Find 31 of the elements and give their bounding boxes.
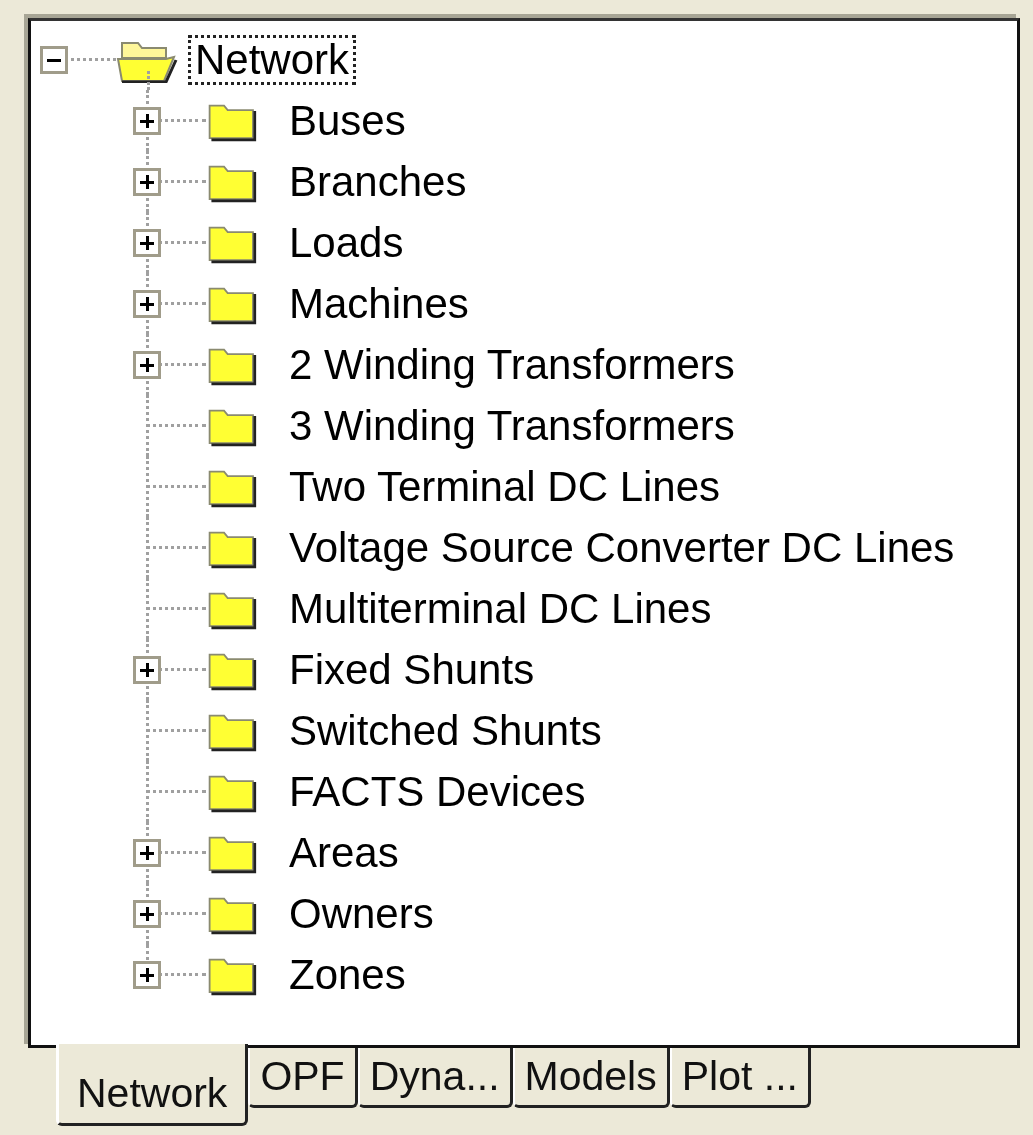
tree-item[interactable]: Two Terminal DC Lines	[282, 461, 728, 512]
expand-toggle[interactable]	[133, 656, 161, 684]
collapse-toggle[interactable]	[40, 46, 68, 74]
tree-item[interactable]: FACTS Devices	[282, 766, 593, 817]
expand-toggle[interactable]	[133, 168, 161, 196]
tree-item[interactable]: Buses	[282, 95, 413, 146]
expand-toggle[interactable]	[133, 961, 161, 989]
tree-item[interactable]: Network	[188, 34, 357, 85]
tree-item[interactable]: Owners	[282, 888, 441, 939]
tree-item[interactable]: Switched Shunts	[282, 705, 609, 756]
tree-item[interactable]: Fixed Shunts	[282, 644, 542, 695]
tab[interactable]: OPF	[248, 1048, 358, 1108]
tree-item[interactable]: 2 Winding Transformers	[282, 339, 742, 390]
tree-item[interactable]: Voltage Source Converter DC Lines	[282, 522, 962, 573]
tree-item[interactable]: Multiterminal DC Lines	[282, 583, 719, 634]
tree-item[interactable]: Branches	[282, 156, 474, 207]
tab[interactable]: Network	[56, 1044, 249, 1126]
expand-toggle[interactable]	[133, 290, 161, 318]
expand-toggle[interactable]	[133, 107, 161, 135]
expand-toggle[interactable]	[133, 839, 161, 867]
tree-item[interactable]: Machines	[282, 278, 476, 329]
tree-item[interactable]: Areas	[282, 827, 406, 878]
tab[interactable]: Plot ...	[669, 1048, 811, 1108]
tree-item[interactable]: Loads	[282, 217, 411, 268]
expand-toggle[interactable]	[133, 900, 161, 928]
expand-toggle[interactable]	[133, 229, 161, 257]
tab[interactable]: Models	[512, 1048, 670, 1108]
tab[interactable]: Dyna...	[357, 1048, 513, 1108]
tree-item[interactable]: 3 Winding Transformers	[282, 400, 742, 451]
expand-toggle[interactable]	[133, 351, 161, 379]
tree-item[interactable]: Zones	[282, 949, 413, 1000]
